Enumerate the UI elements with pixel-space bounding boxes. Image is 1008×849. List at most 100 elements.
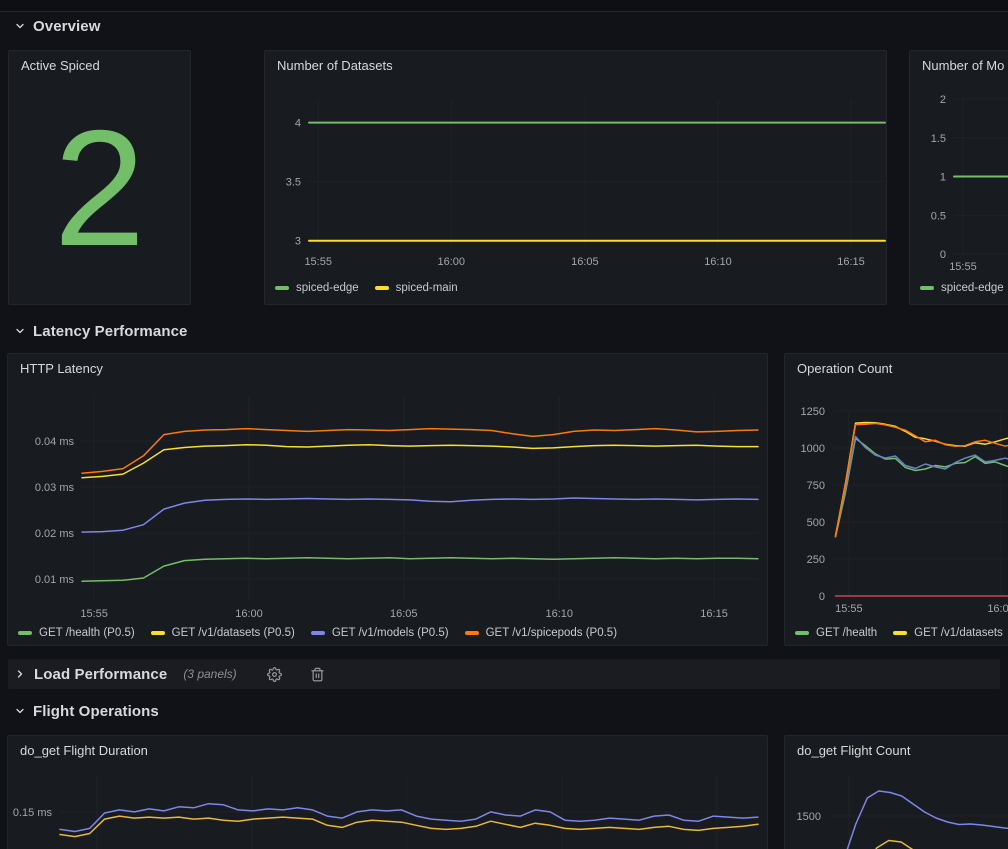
legend-swatch: [151, 631, 165, 635]
panel-title[interactable]: Number of Datasets: [277, 58, 393, 73]
panel-http-latency: HTTP Latency 15:55 16:00 16:05 16:10 16:15 0.…: [7, 353, 768, 646]
legend-swatch: [311, 631, 325, 635]
legend-item[interactable]: GET /v1/datasets (P0.5): [151, 627, 295, 639]
svg-text:0: 0: [819, 591, 825, 603]
svg-text:0.15 ms: 0.15 ms: [13, 807, 53, 819]
gear-icon: [267, 667, 282, 682]
legend-item[interactable]: spiced-edge: [275, 282, 359, 294]
chart-legend: spiced-edge spiced-main: [275, 282, 458, 294]
svg-text:0.02 ms: 0.02 ms: [35, 528, 75, 540]
panel-title[interactable]: Number of Mo: [922, 58, 1004, 73]
svg-text:16:05: 16:05: [571, 256, 599, 268]
section-load-performance[interactable]: Load Performance (3 panels): [8, 659, 1000, 689]
svg-text:500: 500: [807, 517, 825, 529]
svg-text:16:00: 16:00: [438, 256, 466, 268]
svg-text:16:10: 16:10: [545, 608, 573, 620]
legend-swatch: [893, 631, 907, 635]
svg-text:1000: 1000: [801, 443, 825, 455]
section-title: Latency Performance: [33, 323, 187, 340]
svg-text:250: 250: [807, 554, 825, 566]
svg-text:0.5: 0.5: [931, 210, 946, 222]
section-latency-performance[interactable]: Latency Performance: [14, 321, 187, 341]
panel-operation-count: Operation Count 15:55 16:00 0 250 500 750 1000…: [784, 353, 1008, 646]
svg-text:4: 4: [295, 118, 301, 130]
legend-item-label: spiced-edge: [296, 282, 359, 294]
row-settings-button[interactable]: [267, 667, 282, 682]
section-overview[interactable]: Overview: [14, 16, 101, 36]
timeseries-chart[interactable]: 15:5500.511.52: [910, 51, 1008, 304]
legend-item[interactable]: GET /v1/datasets: [893, 627, 1003, 639]
panel-count-label: (3 panels): [183, 667, 236, 681]
row-delete-button[interactable]: [310, 667, 325, 682]
legend-item-label: GET /health: [816, 627, 877, 639]
chevron-down-icon: [14, 325, 26, 337]
section-flight-operations[interactable]: Flight Operations: [14, 701, 159, 721]
svg-text:2: 2: [940, 94, 946, 106]
section-title: Overview: [33, 18, 101, 35]
grafana-dashboard: Overview Active Spiced 2 Number of Datas…: [0, 0, 1008, 849]
svg-text:3: 3: [295, 236, 301, 248]
svg-text:15:55: 15:55: [304, 256, 332, 268]
panel-title[interactable]: Active Spiced: [21, 58, 100, 73]
legend-item[interactable]: GET /v1/models (P0.5): [311, 627, 449, 639]
chevron-right-icon: [14, 668, 26, 680]
svg-text:0.01 ms: 0.01 ms: [35, 574, 75, 586]
legend-swatch: [920, 286, 934, 290]
legend-item[interactable]: GET /health (P0.5): [18, 627, 135, 639]
legend-item-label: GET /v1/datasets: [914, 627, 1003, 639]
legend-item[interactable]: GET /health: [795, 627, 877, 639]
panel-title[interactable]: Operation Count: [797, 361, 892, 376]
trash-icon: [310, 667, 325, 682]
legend-swatch: [18, 631, 32, 635]
timeseries-chart[interactable]: 15:55 16:00 0 250 500 750 1000 1250: [785, 354, 1008, 645]
top-toolbar-edge: [0, 0, 1008, 12]
svg-text:0: 0: [940, 249, 946, 261]
svg-text:1500: 1500: [797, 811, 821, 823]
svg-text:16:15: 16:15: [700, 608, 728, 620]
panel-number-of-models: Number of Mo 15:5500.511.52 spiced-edge: [909, 50, 1008, 305]
legend-item-label: spiced-main: [396, 282, 458, 294]
panel-number-of-datasets: Number of Datasets 15:5516:0016:0516:101…: [264, 50, 887, 305]
svg-text:16:15: 16:15: [837, 256, 865, 268]
legend-item[interactable]: spiced-edge: [920, 282, 1004, 294]
chart-legend: GET /health (P0.5) GET /v1/datasets (P0.5…: [18, 627, 617, 639]
svg-text:16:00: 16:00: [987, 603, 1008, 615]
chart-legend: GET /health GET /v1/datasets: [795, 627, 1003, 639]
svg-text:16:10: 16:10: [704, 256, 732, 268]
section-title: Load Performance: [34, 666, 167, 683]
svg-text:16:05: 16:05: [390, 608, 418, 620]
legend-item-label: GET /v1/spicepods (P0.5): [486, 627, 617, 639]
svg-text:15:55: 15:55: [80, 608, 108, 620]
chevron-down-icon: [14, 705, 26, 717]
legend-swatch: [275, 286, 289, 290]
chart-legend: spiced-edge: [920, 282, 1004, 294]
timeseries-chart[interactable]: 15:55 16:00 16:05 16:10 16:15 3 3.5 4: [265, 51, 886, 304]
panel-title[interactable]: do_get Flight Count: [797, 743, 910, 758]
svg-text:0.03 ms: 0.03 ms: [35, 482, 75, 494]
section-title: Flight Operations: [33, 703, 159, 720]
legend-item-label: GET /v1/models (P0.5): [332, 627, 449, 639]
panel-title[interactable]: HTTP Latency: [20, 361, 103, 376]
legend-item-label: GET /v1/datasets (P0.5): [172, 627, 295, 639]
legend-item-label: spiced-edge: [941, 282, 1004, 294]
svg-text:750: 750: [807, 480, 825, 492]
svg-text:1.5: 1.5: [931, 133, 946, 145]
legend-item-label: GET /health (P0.5): [39, 627, 135, 639]
svg-text:16:00: 16:00: [235, 608, 263, 620]
svg-text:1250: 1250: [801, 406, 825, 418]
svg-text:1: 1: [940, 172, 946, 184]
panel-active-spiced: Active Spiced 2: [8, 50, 191, 305]
legend-swatch: [375, 286, 389, 290]
legend-item[interactable]: GET /v1/spicepods (P0.5): [465, 627, 617, 639]
legend-item[interactable]: spiced-main: [375, 282, 458, 294]
panel-flight-duration: do_get Flight Duration 0.15 ms: [7, 735, 768, 849]
stat-value: 2: [9, 79, 190, 298]
panel-title[interactable]: do_get Flight Duration: [20, 743, 148, 758]
chevron-down-icon: [14, 20, 26, 32]
timeseries-chart[interactable]: 15:55 16:00 16:05 16:10 16:15 0.01 ms 0.02 ms 0…: [8, 354, 767, 645]
legend-swatch: [465, 631, 479, 635]
legend-swatch: [795, 631, 809, 635]
panel-flight-count: do_get Flight Count 1500: [784, 735, 1008, 849]
svg-text:3.5: 3.5: [286, 177, 301, 189]
svg-text:15:55: 15:55: [835, 603, 863, 615]
